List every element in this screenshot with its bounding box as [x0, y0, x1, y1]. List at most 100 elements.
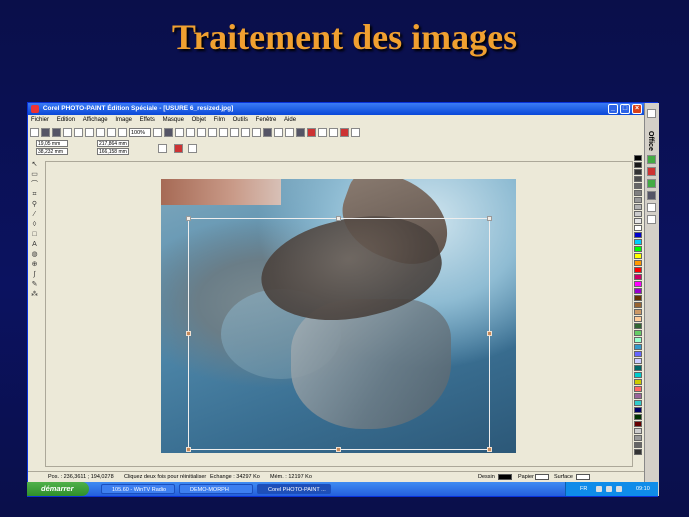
language-indicator[interactable]: FR	[580, 482, 587, 496]
palette-swatch[interactable]	[634, 330, 642, 336]
access-icon[interactable]	[647, 203, 656, 212]
resize-handle[interactable]	[487, 331, 492, 336]
palette-swatch[interactable]	[634, 337, 642, 343]
menu-affichage[interactable]: Affichage	[83, 117, 108, 123]
pick-tool-icon[interactable]: ↖	[30, 161, 39, 169]
start-button[interactable]: démarrer	[27, 482, 89, 496]
palette-swatch[interactable]	[634, 428, 642, 434]
lasso-tool-icon[interactable]: ⌒	[30, 181, 39, 189]
select-all-icon[interactable]	[285, 128, 294, 137]
network-icon[interactable]	[596, 486, 602, 492]
window-titlebar[interactable]: Corel PHOTO-PAINT Édition Spéciale - [US…	[28, 103, 657, 115]
palette-swatch[interactable]	[634, 281, 642, 287]
new-icon[interactable]	[30, 128, 39, 137]
volume-icon[interactable]	[606, 486, 612, 492]
crop-icon[interactable]	[208, 128, 217, 137]
menu-edition[interactable]: Edition	[57, 117, 75, 123]
palette-swatch[interactable]	[634, 295, 642, 301]
open-icon[interactable]	[41, 128, 50, 137]
palette-swatch[interactable]	[634, 365, 642, 371]
print-icon[interactable]	[63, 128, 72, 137]
resize-handle[interactable]	[336, 447, 341, 452]
palette-swatch[interactable]	[634, 225, 642, 231]
magic-wand-icon[interactable]	[241, 128, 250, 137]
palette-swatch[interactable]	[634, 218, 642, 224]
eyedropper-tool-icon[interactable]: ⁄	[30, 211, 39, 219]
palette-swatch[interactable]	[634, 393, 642, 399]
brush-mask-icon[interactable]	[252, 128, 261, 137]
palette-swatch[interactable]	[634, 414, 642, 420]
palette-swatch[interactable]	[634, 246, 642, 252]
palette-swatch[interactable]	[634, 400, 642, 406]
fill-color-swatch[interactable]	[576, 474, 590, 480]
rectangle-tool-icon[interactable]: □	[30, 231, 39, 239]
color-icon[interactable]	[318, 128, 327, 137]
palette-swatch[interactable]	[634, 260, 642, 266]
copy-icon[interactable]	[85, 128, 94, 137]
palette-swatch[interactable]	[634, 274, 642, 280]
red-eye-icon[interactable]	[307, 128, 316, 137]
resize-handle[interactable]	[186, 216, 191, 221]
taskbar-item-photo-paint[interactable]: Corel PHOTO-PAINT ...	[257, 484, 331, 494]
info-icon[interactable]	[296, 128, 305, 137]
paper-color-swatch[interactable]	[535, 474, 549, 480]
outlook-icon[interactable]	[647, 191, 656, 200]
image-sprayer-icon[interactable]: ⁂	[30, 291, 39, 299]
help-icon[interactable]	[329, 128, 338, 137]
close-button[interactable]: ×	[632, 104, 642, 114]
palette-swatch[interactable]	[634, 421, 642, 427]
palette-swatch[interactable]	[634, 162, 642, 168]
width-field[interactable]: 217,864 mm	[97, 140, 129, 147]
marquee-icon[interactable]	[274, 128, 283, 137]
object-icon[interactable]	[197, 128, 206, 137]
lasso-icon[interactable]	[219, 128, 228, 137]
brush-tool-icon[interactable]: ∫	[30, 271, 39, 279]
menu-aide[interactable]: Aide	[284, 117, 296, 123]
minimize-button[interactable]: _	[608, 104, 618, 114]
resize-handle[interactable]	[487, 447, 492, 452]
fill-tool-icon[interactable]: ◍	[30, 251, 39, 259]
taskbar-item-demo-morph[interactable]: DEMO-MORPH	[179, 484, 253, 494]
palette-swatch[interactable]	[634, 190, 642, 196]
palette-swatch[interactable]	[634, 155, 642, 161]
palette-swatch[interactable]	[634, 183, 642, 189]
menu-masque[interactable]: Masque	[163, 117, 184, 123]
import-icon[interactable]	[164, 128, 173, 137]
palette-swatch[interactable]	[634, 442, 642, 448]
cut-icon[interactable]	[74, 128, 83, 137]
lock-ratio-icon[interactable]	[158, 144, 167, 153]
clone-tool-icon[interactable]: ⊕	[30, 261, 39, 269]
palette-swatch[interactable]	[634, 449, 642, 455]
palette-swatch[interactable]	[634, 372, 642, 378]
save-icon[interactable]	[52, 128, 61, 137]
menu-fichier[interactable]: Fichier	[31, 117, 49, 123]
effect-tool-icon[interactable]: ✎	[30, 281, 39, 289]
paste-icon[interactable]	[96, 128, 105, 137]
resize-handle[interactable]	[186, 447, 191, 452]
menu-fenetre[interactable]: Fenêtre	[256, 117, 277, 123]
zoom-in-icon[interactable]	[153, 128, 162, 137]
y-position-field[interactable]: 38,232 mm	[36, 148, 68, 155]
menu-outils[interactable]: Outils	[233, 117, 248, 123]
redo-icon[interactable]	[118, 128, 127, 137]
undo-icon[interactable]	[107, 128, 116, 137]
document-canvas[interactable]	[45, 161, 633, 467]
menu-image[interactable]: Image	[115, 117, 132, 123]
paint-color-swatch[interactable]	[498, 474, 512, 480]
selection-box[interactable]	[188, 218, 490, 450]
palette-swatch[interactable]	[634, 288, 642, 294]
taskbar-item-wintv[interactable]: 105.60 - WinTV Radio	[101, 484, 175, 494]
palette-swatch[interactable]	[634, 176, 642, 182]
mask-icon[interactable]	[186, 128, 195, 137]
palette-swatch[interactable]	[634, 351, 642, 357]
palette-swatch[interactable]	[634, 344, 642, 350]
palette-swatch[interactable]	[634, 267, 642, 273]
office-menu-icon[interactable]	[647, 109, 656, 118]
palette-swatch[interactable]	[634, 169, 642, 175]
palette-swatch[interactable]	[634, 302, 642, 308]
powerpoint-icon[interactable]	[647, 167, 656, 176]
resize-handle[interactable]	[487, 216, 492, 221]
palette-swatch[interactable]	[634, 386, 642, 392]
palette-swatch[interactable]	[634, 407, 642, 413]
shortcut-icon[interactable]	[647, 215, 656, 224]
